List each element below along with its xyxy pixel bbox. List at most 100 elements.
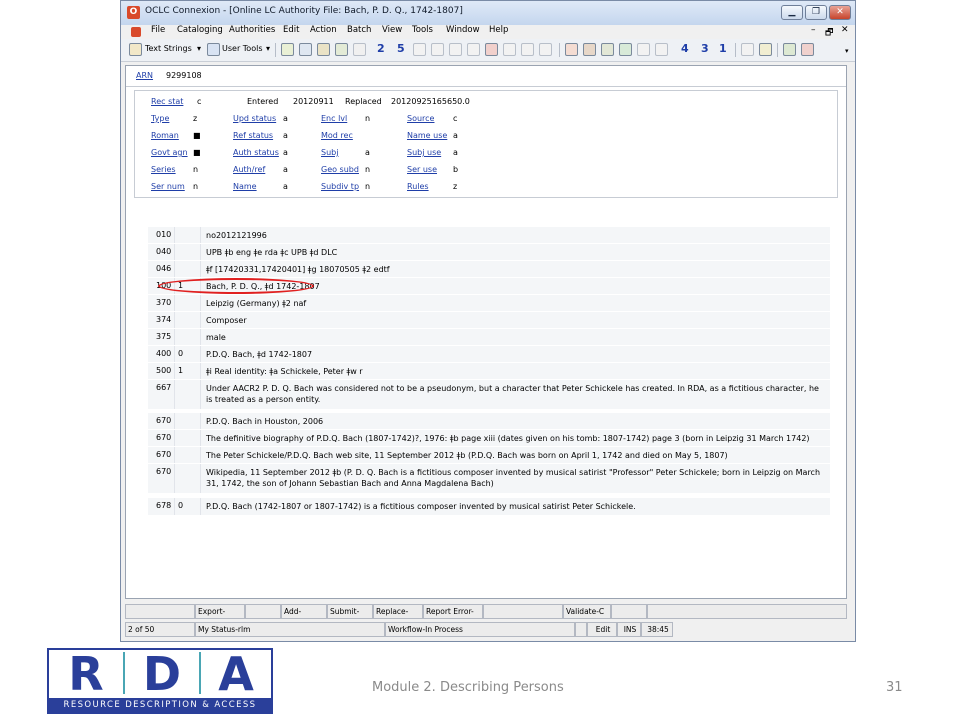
- marc-field-row[interactable]: 667 Under AACR2 P. D. Q. Bach was consid…: [148, 379, 830, 409]
- folder-icon[interactable]: [601, 43, 614, 56]
- user-tools-button[interactable]: User Tools: [222, 44, 262, 53]
- rec-stat-label[interactable]: Rec stat: [151, 97, 183, 106]
- fixed-field-value[interactable]: n: [193, 182, 198, 191]
- fixed-field-value[interactable]: a: [283, 148, 288, 157]
- fixed-field-label[interactable]: Source: [407, 114, 434, 123]
- arn-label[interactable]: ARN: [136, 71, 153, 80]
- fixed-field-value[interactable]: n: [365, 182, 370, 191]
- minimize-button[interactable]: ▁: [781, 5, 803, 20]
- copy-icon[interactable]: [353, 43, 366, 56]
- fixed-field-value[interactable]: ■: [193, 131, 201, 140]
- add-status[interactable]: Add-: [281, 604, 327, 619]
- scan-icon[interactable]: [335, 43, 348, 56]
- fixed-field-label[interactable]: Subdiv tp: [321, 182, 359, 191]
- fixed-field-value[interactable]: n: [365, 114, 370, 123]
- report-flag-icon[interactable]: [801, 43, 814, 56]
- fixed-field-value[interactable]: ■: [193, 148, 201, 157]
- mdi-close-button[interactable]: ✕: [841, 25, 849, 35]
- text-strings-button[interactable]: Text Strings: [145, 44, 192, 53]
- menu-cataloging[interactable]: Cataloging: [177, 25, 223, 35]
- fixed-field-value[interactable]: z: [193, 114, 197, 123]
- field-content[interactable]: The definitive biography of P.D.Q. Bach …: [206, 433, 826, 444]
- toolbar-number-3[interactable]: 3: [701, 42, 709, 55]
- fixed-field-label[interactable]: Enc lvl: [321, 114, 347, 123]
- fixed-field-label[interactable]: Auth/ref: [233, 165, 265, 174]
- fixed-field-label[interactable]: Ref status: [233, 131, 273, 140]
- marc-field-row[interactable]: 670 The definitive biography of P.D.Q. B…: [148, 429, 830, 447]
- fixed-field-label[interactable]: Roman: [151, 131, 179, 140]
- marc-field-row[interactable]: 370 Leipzig (Germany) ǂ2 naf: [148, 294, 830, 312]
- menu-authorities[interactable]: Authorities: [229, 25, 275, 35]
- fixed-field-label[interactable]: Name: [233, 182, 257, 191]
- fixed-field-label[interactable]: Subj: [321, 148, 338, 157]
- dropdown-arrow-icon[interactable]: ▾: [197, 44, 201, 53]
- menu-help[interactable]: Help: [489, 25, 508, 35]
- tree-icon[interactable]: [619, 43, 632, 56]
- field-content[interactable]: P.D.Q. Bach in Houston, 2006: [206, 416, 826, 427]
- marc-field-row[interactable]: 010 no2012121996: [148, 226, 830, 244]
- menu-window[interactable]: Window: [446, 25, 480, 35]
- export-status[interactable]: Export-: [195, 604, 245, 619]
- checkmark-icon[interactable]: [783, 43, 796, 56]
- reformat-icon[interactable]: [467, 43, 480, 56]
- flag-icon[interactable]: [583, 43, 596, 56]
- text-strings-icon[interactable]: [129, 43, 142, 56]
- submit-status[interactable]: Submit-: [327, 604, 373, 619]
- marc-field-row[interactable]: 500 1 ǂi Real identity: ǂa Schickele, Pe…: [148, 362, 830, 380]
- field-content[interactable]: Under AACR2 P. D. Q. Bach was considered…: [206, 383, 826, 405]
- field-content[interactable]: male: [206, 332, 826, 343]
- delete-icon[interactable]: [485, 43, 498, 56]
- fixed-field-label[interactable]: Name use: [407, 131, 447, 140]
- rec-stat-value[interactable]: c: [197, 97, 201, 106]
- marc-field-row[interactable]: 400 0 P.D.Q. Bach, ǂd 1742-1807: [148, 345, 830, 363]
- fixed-field-label[interactable]: Upd status: [233, 114, 276, 123]
- fixed-field-label[interactable]: Type: [151, 114, 169, 123]
- label-icon[interactable]: [655, 43, 668, 56]
- toolbar-number-1[interactable]: 1: [719, 42, 727, 55]
- search-icon[interactable]: [299, 43, 312, 56]
- report-error-status[interactable]: Report Error-: [423, 604, 483, 619]
- field-content[interactable]: UPB ǂb eng ǂe rda ǂc UPB ǂd DLC: [206, 247, 826, 258]
- marc-field-row[interactable]: 670 Wikipedia, 11 September 2012 ǂb (P. …: [148, 463, 830, 493]
- field-content[interactable]: P.D.Q. Bach, ǂd 1742-1807: [206, 349, 826, 360]
- menu-edit[interactable]: Edit: [283, 25, 299, 35]
- menu-batch[interactable]: Batch: [347, 25, 371, 35]
- fixed-field-label[interactable]: Auth status: [233, 148, 279, 157]
- marc-field-row[interactable]: 374 Composer: [148, 311, 830, 329]
- fixed-field-value[interactable]: a: [283, 165, 288, 174]
- fixed-field-value[interactable]: a: [453, 131, 458, 140]
- fixed-field-value[interactable]: b: [453, 165, 458, 174]
- dropdown-arrow-icon[interactable]: ▾: [266, 44, 270, 53]
- marc-field-row[interactable]: 678 0 P.D.Q. Bach (1742-1807 or 1807-174…: [148, 497, 830, 515]
- marc-field-row[interactable]: 375 male: [148, 328, 830, 346]
- field-content[interactable]: Leipzig (Germany) ǂ2 naf: [206, 298, 826, 309]
- menu-file[interactable]: File: [151, 25, 165, 35]
- validate-status[interactable]: Validate-C: [563, 604, 611, 619]
- field-content[interactable]: P.D.Q. Bach (1742-1807 or 1807-1742) is …: [206, 501, 826, 512]
- field-content[interactable]: no2012121996: [206, 230, 826, 241]
- marc-field-row[interactable]: 046 ǂf [17420331,17420401] ǂg 18070505 ǂ…: [148, 260, 830, 278]
- pin-icon[interactable]: [565, 43, 578, 56]
- fixed-field-value[interactable]: a: [283, 114, 288, 123]
- close-button[interactable]: ✕: [829, 5, 851, 20]
- toolbar-number-2[interactable]: 2: [377, 42, 385, 55]
- control-headings-icon[interactable]: [521, 43, 534, 56]
- marc-field-row[interactable]: 040 UPB ǂb eng ǂe rda ǂc UPB ǂd DLC: [148, 243, 830, 261]
- binoculars-icon[interactable]: [281, 43, 294, 56]
- toolbar-overflow-icon[interactable]: ▾: [845, 47, 849, 55]
- replace-status[interactable]: Replace-: [373, 604, 423, 619]
- field-content[interactable]: Wikipedia, 11 September 2012 ǂb (P. D. Q…: [206, 467, 826, 489]
- menu-tools[interactable]: Tools: [412, 25, 433, 35]
- fixed-field-value[interactable]: n: [365, 165, 370, 174]
- print-icon[interactable]: [539, 43, 552, 56]
- title-bar[interactable]: O OCLC Connexion - [Online LC Authority …: [121, 1, 855, 25]
- fixed-field-label[interactable]: Mod rec: [321, 131, 353, 140]
- field-content[interactable]: Composer: [206, 315, 826, 326]
- fixed-field-value[interactable]: a: [283, 182, 288, 191]
- fixed-field-value[interactable]: z: [453, 182, 457, 191]
- mdi-minimize-button[interactable]: –: [811, 25, 816, 35]
- toolbar-number-4[interactable]: 4: [681, 42, 689, 55]
- fixed-field-label[interactable]: Ser use: [407, 165, 437, 174]
- menu-action[interactable]: Action: [310, 25, 337, 35]
- fixed-field-value[interactable]: n: [193, 165, 198, 174]
